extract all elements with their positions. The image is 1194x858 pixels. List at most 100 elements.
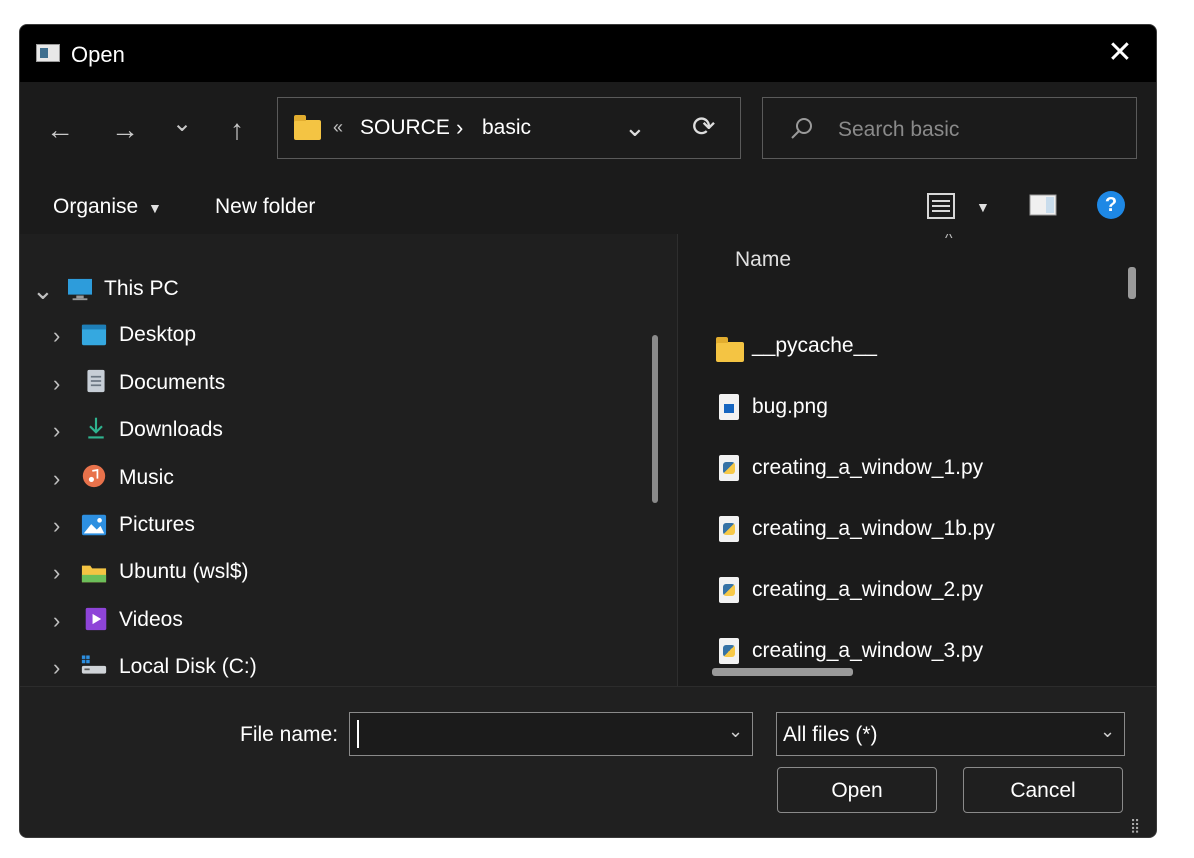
- collapsed-chevron-icon[interactable]: ›: [53, 371, 60, 397]
- python-file-icon: [719, 577, 739, 603]
- open-dialog: Open ✕ ← → ⌄ ↑ « SOURCE › basic ⌄ ⟳ Sear…: [19, 24, 1157, 838]
- folder-icon: [81, 565, 107, 583]
- tree-item-pictures[interactable]: › Pictures: [20, 513, 660, 553]
- navigation-pane: ⌄ This PC › Desktop › Documents › Downlo…: [20, 234, 677, 686]
- file-name: creating_a_window_3.py: [752, 639, 984, 662]
- preview-pane-icon[interactable]: [1029, 194, 1057, 216]
- breadcrumb-overflow-icon[interactable]: «: [333, 117, 343, 138]
- documents-icon: [87, 369, 105, 393]
- recent-locations-icon[interactable]: ⌄: [162, 104, 202, 144]
- file-name: creating_a_window_1.py: [752, 456, 984, 479]
- breadcrumb-separator-icon[interactable]: ›: [456, 115, 463, 141]
- file-name-label: File name:: [240, 723, 339, 746]
- view-list-icon[interactable]: [927, 193, 955, 219]
- file-name: __pycache__: [752, 334, 877, 357]
- collapsed-chevron-icon[interactable]: ›: [53, 608, 60, 634]
- tree-label: Local Disk (C:): [119, 655, 257, 678]
- tree-item-music[interactable]: › Music: [20, 464, 660, 506]
- music-icon: [82, 464, 106, 488]
- python-file-icon: [719, 516, 739, 542]
- file-row-creating-a-window-2[interactable]: creating_a_window_2.py: [678, 566, 1138, 616]
- tree-item-desktop[interactable]: › Desktop: [20, 323, 660, 363]
- dialog-footer: File name: ⌄ All files (*) ⌄ Open Cancel…: [20, 686, 1156, 837]
- navigation-pane-scrollbar[interactable]: [652, 335, 658, 503]
- file-list: ^ Name __pycache__ bug.png creating_a_wi…: [678, 234, 1156, 686]
- tree-label: Music: [119, 466, 174, 489]
- window-title: Open: [71, 42, 125, 67]
- file-name: creating_a_window_1b.py: [752, 517, 995, 540]
- file-row-creating-a-window-1b[interactable]: creating_a_window_1b.py: [678, 505, 1138, 555]
- file-list-horizontal-scrollbar[interactable]: [712, 668, 853, 676]
- organise-button[interactable]: Organise: [53, 195, 138, 219]
- tree-label-this-pc: This PC: [104, 277, 179, 300]
- folder-icon: [716, 337, 744, 362]
- collapsed-chevron-icon[interactable]: ›: [53, 323, 60, 349]
- resize-grip-icon[interactable]: ⣿: [1130, 817, 1148, 835]
- file-row-pycache[interactable]: __pycache__: [678, 322, 1138, 372]
- drive-icon: [81, 655, 107, 674]
- up-icon[interactable]: ↑: [217, 110, 257, 150]
- tree-item-ubuntu[interactable]: › Ubuntu (wsl$): [20, 560, 660, 600]
- open-button[interactable]: Open: [777, 767, 937, 813]
- help-icon[interactable]: ?: [1097, 191, 1125, 219]
- python-file-icon: [719, 455, 739, 481]
- videos-icon: [85, 607, 107, 631]
- file-row-creating-a-window-1[interactable]: creating_a_window_1.py: [678, 444, 1138, 494]
- cancel-button[interactable]: Cancel: [963, 767, 1123, 813]
- tree-item-videos[interactable]: › Videos: [20, 607, 660, 648]
- tree-label: Videos: [119, 608, 183, 631]
- collapsed-chevron-icon[interactable]: ›: [53, 513, 60, 539]
- file-name-dropdown-icon[interactable]: ⌄: [728, 721, 743, 742]
- desktop-icon: [81, 324, 107, 346]
- app-icon: [36, 44, 60, 62]
- breadcrumb-basic[interactable]: basic: [482, 116, 531, 140]
- collapsed-chevron-icon[interactable]: ›: [53, 560, 60, 586]
- address-bar[interactable]: « SOURCE › basic ⌄ ⟳: [277, 97, 741, 159]
- search-input[interactable]: Search basic: [838, 118, 959, 142]
- python-file-icon: [719, 638, 739, 664]
- back-icon[interactable]: ←: [40, 110, 80, 150]
- forward-icon[interactable]: →: [105, 110, 145, 150]
- search-box[interactable]: Search basic: [762, 97, 1137, 159]
- file-type-value: All files (*): [783, 723, 878, 746]
- search-icon: [791, 118, 812, 139]
- address-dropdown-icon[interactable]: ⌄: [624, 112, 646, 143]
- file-type-dropdown-icon[interactable]: ⌄: [1100, 721, 1115, 742]
- tree-item-this-pc[interactable]: ⌄ This PC: [20, 275, 660, 319]
- tree-label: Pictures: [119, 513, 195, 536]
- tree-item-documents[interactable]: › Documents: [20, 369, 660, 411]
- expanded-chevron-icon[interactable]: ⌄: [32, 275, 54, 306]
- tree-item-downloads[interactable]: › Downloads: [20, 417, 660, 458]
- tree-label: Ubuntu (wsl$): [119, 560, 249, 583]
- navigation-bar: ← → ⌄ ↑ « SOURCE › basic ⌄ ⟳ Search basi…: [20, 82, 1156, 177]
- view-options-caret-icon[interactable]: ▼: [976, 199, 990, 215]
- collapsed-chevron-icon[interactable]: ›: [53, 418, 60, 444]
- command-bar: Organise ▼ New folder ▼ ?: [20, 177, 1156, 234]
- column-header-name[interactable]: Name: [735, 248, 791, 272]
- close-icon[interactable]: ✕: [1096, 33, 1144, 73]
- new-folder-button[interactable]: New folder: [215, 195, 315, 219]
- collapsed-chevron-icon[interactable]: ›: [53, 655, 60, 681]
- file-name: creating_a_window_2.py: [752, 578, 984, 601]
- refresh-icon[interactable]: ⟳: [692, 110, 715, 143]
- organise-caret-icon: ▼: [148, 200, 162, 216]
- file-list-vertical-scrollbar[interactable]: [1128, 267, 1136, 299]
- tree-item-local-disk[interactable]: › Local Disk (C:): [20, 655, 660, 686]
- downloads-icon: [88, 417, 104, 439]
- title-bar: Open ✕: [20, 25, 1156, 82]
- sort-ascending-icon: ^: [945, 234, 953, 247]
- tree-label: Documents: [119, 371, 226, 394]
- computer-icon: [68, 278, 92, 301]
- folder-icon: [294, 115, 321, 140]
- file-row-bug-png[interactable]: bug.png: [678, 383, 1138, 433]
- text-cursor: [357, 720, 359, 748]
- pictures-icon: [81, 514, 107, 536]
- collapsed-chevron-icon[interactable]: ›: [53, 466, 60, 492]
- file-name-input[interactable]: ⌄: [349, 712, 753, 756]
- image-file-icon: [719, 394, 739, 420]
- breadcrumb-source[interactable]: SOURCE: [360, 116, 450, 140]
- file-name: bug.png: [752, 395, 828, 418]
- tree-label: Desktop: [119, 323, 197, 346]
- file-type-select[interactable]: All files (*) ⌄: [776, 712, 1125, 756]
- tree-label: Downloads: [119, 418, 223, 441]
